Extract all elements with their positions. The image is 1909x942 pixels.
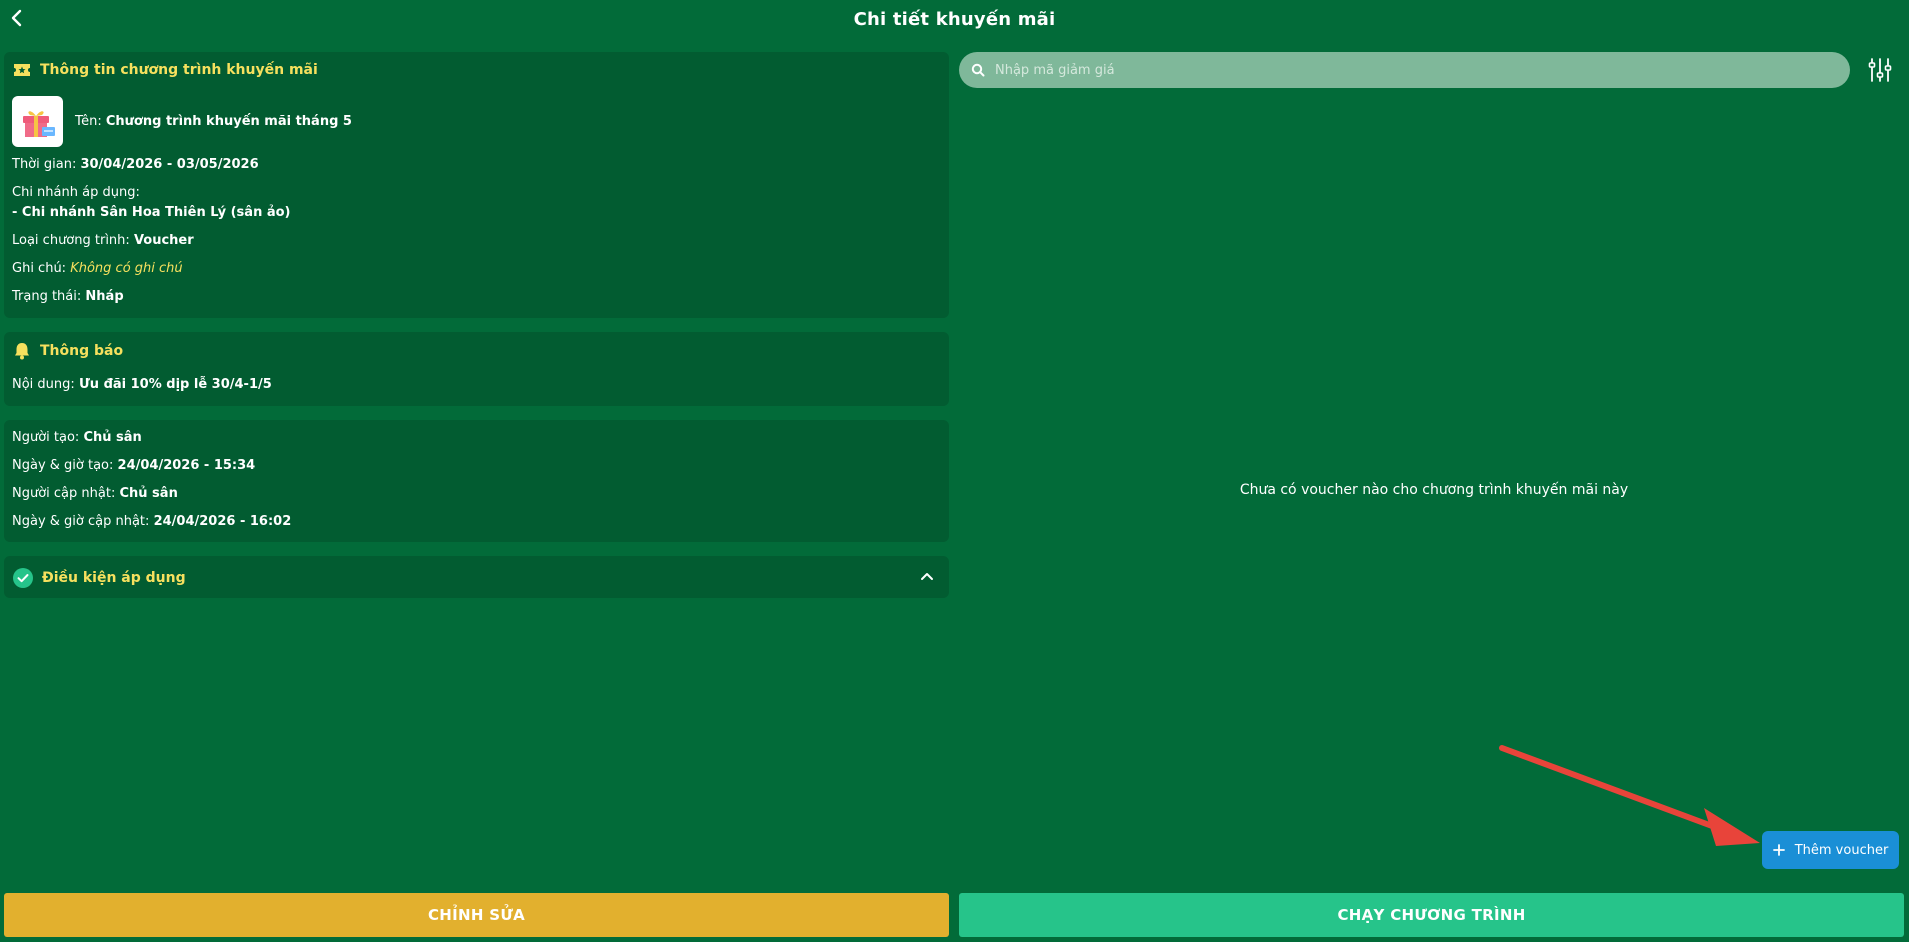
gift-icon xyxy=(22,110,55,137)
promotion-branch-value: - Chi nhánh Sân Hoa Thiên Lý (sân ảo) xyxy=(12,205,291,220)
page-header: Chi tiết khuyến mãi xyxy=(0,0,1909,38)
promotion-type-row: Loại chương trình: Voucher xyxy=(12,233,194,248)
creator-row: Người tạo: Chủ sân xyxy=(12,430,142,445)
updated-at-row: Ngày & giờ cập nhật: 24/04/2026 - 16:02 xyxy=(12,514,292,529)
notice-content-row: Nội dung: Ưu đãi 10% dịp lễ 30/4-1/5 xyxy=(12,377,272,392)
promotion-info-title: Thông tin chương trình khuyến mãi xyxy=(40,62,318,78)
creator-value: Chủ sân xyxy=(83,430,142,445)
promotion-info-card: Thông tin chương trình khuyến mãi Tên: C… xyxy=(4,52,949,318)
add-voucher-label: Thêm voucher xyxy=(1794,842,1889,858)
voucher-search-input[interactable] xyxy=(995,62,1815,78)
promotion-name-row: Tên: Chương trình khuyến mãi tháng 5 xyxy=(75,114,352,129)
filter-button[interactable] xyxy=(1866,56,1894,84)
promotion-note-row: Ghi chú: Không có ghi chú xyxy=(12,261,183,276)
edit-button[interactable]: CHỈNH SỬA xyxy=(4,893,949,937)
promotion-branch-label: Chi nhánh áp dụng: xyxy=(12,185,140,200)
check-circle-icon xyxy=(13,568,33,588)
updater-value: Chủ sân xyxy=(119,486,178,501)
status-badge: Nháp xyxy=(85,289,124,304)
notice-title: Thông báo xyxy=(40,343,124,359)
promotion-info-heading: Thông tin chương trình khuyến mãi xyxy=(12,62,318,78)
chevron-up-icon[interactable] xyxy=(920,571,934,581)
created-at-value: 24/04/2026 - 15:34 xyxy=(117,458,256,473)
voucher-search-bar[interactable] xyxy=(959,52,1850,88)
notice-content: Ưu đãi 10% dịp lễ 30/4-1/5 xyxy=(78,377,272,392)
notice-heading: Thông báo xyxy=(12,342,123,360)
promotion-time-row: Thời gian: 30/04/2026 - 03/05/2026 xyxy=(12,157,259,172)
conditions-title: Điều kiện áp dụng xyxy=(42,570,186,586)
voucher-empty-message: Chưa có voucher nào cho chương trình khu… xyxy=(1239,482,1629,498)
bell-icon xyxy=(15,343,29,360)
promotion-time: 30/04/2026 - 03/05/2026 xyxy=(80,157,259,172)
run-program-button[interactable]: CHẠY CHƯƠNG TRÌNH xyxy=(959,893,1904,937)
sliders-icon xyxy=(1868,58,1892,82)
audit-info-card: Người tạo: Chủ sân Ngày & giờ tạo: 24/04… xyxy=(4,420,949,542)
chevron-left-icon xyxy=(11,9,22,27)
conditions-heading: Điều kiện áp dụng xyxy=(12,567,186,589)
updater-row: Người cập nhật: Chủ sân xyxy=(12,486,178,501)
promotion-thumbnail xyxy=(12,96,63,147)
add-voucher-button[interactable]: Thêm voucher xyxy=(1762,831,1899,869)
notice-card: Thông báo Nội dung: Ưu đãi 10% dịp lễ 30… xyxy=(4,332,949,406)
ticket-icon xyxy=(14,64,30,76)
search-icon xyxy=(971,63,985,77)
created-at-row: Ngày & giờ tạo: 24/04/2026 - 15:34 xyxy=(12,458,256,473)
back-button[interactable] xyxy=(4,4,30,32)
conditions-accordion[interactable]: Điều kiện áp dụng xyxy=(4,556,949,598)
plus-icon xyxy=(1772,844,1785,856)
promotion-note: Không có ghi chú xyxy=(70,261,183,276)
promotion-name: Chương trình khuyến mãi tháng 5 xyxy=(105,114,352,129)
updated-at-value: 24/04/2026 - 16:02 xyxy=(153,514,292,529)
promotion-type: Voucher xyxy=(133,233,194,248)
promotion-status-row: Trạng thái: Nháp xyxy=(12,289,124,304)
page-title: Chi tiết khuyến mãi xyxy=(853,8,1056,30)
